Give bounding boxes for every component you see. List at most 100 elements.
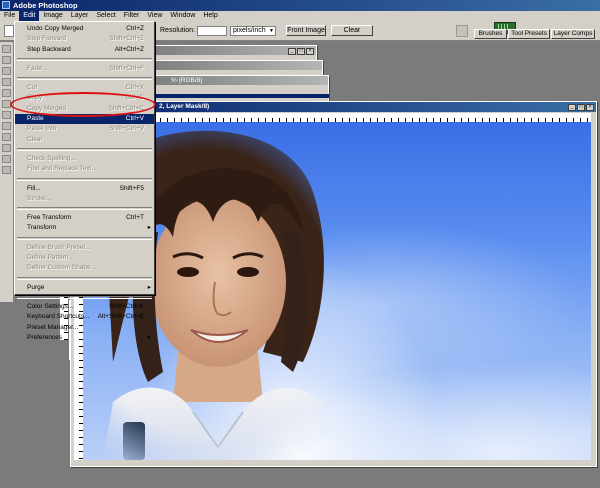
menu-help[interactable]: Help <box>199 11 221 21</box>
menu-item-step-backward[interactable]: Step Backward Alt+Ctrl+Z <box>15 45 154 55</box>
menu-bar: File Edit Image Layer Select Filter View Window… <box>0 11 600 21</box>
front-image-button[interactable]: Front Image <box>286 25 326 36</box>
lasso-tool-icon[interactable] <box>2 56 11 64</box>
menu-item-fade: Fade... Shift+Ctrl+F <box>15 64 154 74</box>
menu-separator <box>17 77 152 81</box>
menu-layer[interactable]: Layer <box>67 11 93 21</box>
menu-item-label: Cut <box>27 84 38 92</box>
menu-item-label: Clear <box>27 135 43 143</box>
menu-item-preset-manager[interactable]: Preset Manager... <box>15 323 154 333</box>
menu-item-label: Transform <box>27 224 57 232</box>
menu-separator <box>17 236 152 240</box>
menu-view[interactable]: View <box>143 11 166 21</box>
menu-item-free-transform[interactable]: Free Transform Ctrl+T <box>15 213 154 223</box>
app-title-bar: Adobe Photoshop <box>0 0 600 11</box>
menu-item-label: Paste <box>27 115 44 123</box>
menu-item-define-custom-shape: Define Custom Shape... <box>15 263 154 273</box>
close-icon[interactable]: × <box>306 48 314 55</box>
menu-item-label: Free Transform <box>27 214 72 222</box>
submenu-arrow-icon: ▸ <box>147 283 151 291</box>
menu-file[interactable]: File <box>0 11 19 21</box>
menu-item-purge[interactable]: Purge ▸ <box>15 283 154 293</box>
tab-brushes[interactable]: Brushes <box>474 29 507 39</box>
stamp-tool-icon[interactable] <box>2 89 11 97</box>
photoshop-app-icon <box>2 1 10 9</box>
submenu-arrow-icon: ▸ <box>147 333 151 341</box>
menu-edit[interactable]: Edit <box>19 11 40 21</box>
menu-item-shortcut: Ctrl+V <box>125 115 144 123</box>
minimize-icon[interactable]: _ <box>568 104 576 111</box>
menu-item-label: Find and Replace Text... <box>27 165 97 173</box>
maximize-icon[interactable]: □ <box>297 48 305 55</box>
maximize-icon[interactable]: □ <box>577 104 585 111</box>
tab-tool-presets[interactable]: Tool Presets <box>508 29 550 39</box>
menu-item-shortcut: Ctrl+T <box>126 214 144 222</box>
palette-well-icon[interactable] <box>456 25 468 37</box>
menu-select[interactable]: Select <box>92 11 119 21</box>
menu-item-find-and-replace-text: Find and Replace Text... <box>15 164 154 174</box>
menu-item-clear: Clear <box>15 135 154 145</box>
brush-tool-icon[interactable] <box>2 78 11 86</box>
menu-item-label: Step Forward <box>27 35 67 43</box>
dodge-tool-icon[interactable] <box>2 122 11 130</box>
menu-item-label: Purge <box>27 283 45 291</box>
menu-item-label: Undo Copy Merged <box>27 25 84 32</box>
menu-item-color-settings[interactable]: Color Settings... Shift+Ctrl+K <box>15 302 154 312</box>
menu-item-shortcut: Shift+Ctrl+V <box>108 125 144 133</box>
image-canvas[interactable] <box>83 122 591 460</box>
menu-item-stroke: Stroke... <box>15 194 154 204</box>
menu-separator <box>17 177 152 181</box>
close-icon[interactable]: × <box>586 104 594 111</box>
app-title: Adobe Photoshop <box>13 1 78 10</box>
menu-item-shortcut: Shift+Ctrl+K <box>108 302 144 310</box>
menu-item-paste-into: Paste Into Shift+Ctrl+V <box>15 124 154 134</box>
minimize-icon[interactable]: _ <box>288 48 296 55</box>
menu-item-shortcut: Ctrl+Z <box>126 25 144 32</box>
menu-separator <box>17 207 152 211</box>
zoom-tool-icon[interactable] <box>2 166 11 174</box>
menu-item-check-spelling: Check Spelling... <box>15 154 154 164</box>
tool-preset-picker[interactable] <box>4 25 14 37</box>
menu-image[interactable]: Image <box>39 11 66 21</box>
clear-button[interactable]: Clear <box>331 25 373 36</box>
marquee-tool-icon[interactable] <box>2 45 11 53</box>
menu-item-define-pattern: Define Pattern... <box>15 253 154 263</box>
menu-item-shortcut: Alt+Shift+Ctrl+K <box>97 313 144 321</box>
menu-item-shortcut: Shift+Ctrl+Z <box>109 35 144 43</box>
tab-layer-comps[interactable]: Layer Comps <box>551 29 595 39</box>
menu-item-define-brush-preset: Define Brush Preset... <box>15 243 154 253</box>
units-value: pixels/inch <box>233 27 266 34</box>
menu-item-fill[interactable]: Fill... Shift+F5 <box>15 184 154 194</box>
resolution-label: Resolution: <box>160 27 196 34</box>
window-edge <box>155 94 329 98</box>
crop-tool-icon[interactable] <box>2 67 11 75</box>
hand-tool-icon[interactable] <box>2 155 11 163</box>
resolution-input[interactable] <box>197 26 227 36</box>
document-title: 2, Layer Mask/8) <box>159 103 210 110</box>
menu-item-label: Color Settings... <box>27 302 74 310</box>
toolbox <box>0 42 14 302</box>
units-select[interactable]: pixels/inch ▼ <box>230 26 276 36</box>
menu-item-preferences[interactable]: Preferences ▸ <box>15 333 154 343</box>
text-tool-icon[interactable] <box>2 133 11 141</box>
menu-item-label: Keyboard Shortcuts... <box>27 313 90 321</box>
menu-item-keyboard-shortcuts[interactable]: Keyboard Shortcuts... Alt+Shift+Ctrl+K <box>15 312 154 322</box>
menu-item-label: Define Custom Shape... <box>27 264 97 272</box>
menu-item-label: Preset Manager... <box>27 323 79 331</box>
menu-separator <box>17 295 152 299</box>
gradient-tool-icon[interactable] <box>2 111 11 119</box>
menu-item-shortcut: Alt+Ctrl+Z <box>114 45 144 53</box>
menu-item-label: Define Pattern... <box>27 254 74 262</box>
menu-item-undo-copy-merged[interactable]: Undo Copy Merged Ctrl+Z <box>15 24 154 34</box>
menu-filter[interactable]: Filter <box>120 11 144 21</box>
annotation-oval <box>10 92 156 117</box>
menu-item-label: Step Backward <box>27 45 71 53</box>
menu-separator <box>17 57 152 61</box>
menu-separator <box>17 147 152 151</box>
pen-tool-icon[interactable] <box>2 144 11 152</box>
menu-item-transform[interactable]: Transform ▸ <box>15 223 154 233</box>
menu-item-label: Check Spelling... <box>27 154 76 162</box>
menu-window[interactable]: Window <box>166 11 199 21</box>
menu-item-label: Fill... <box>27 184 41 192</box>
horizontal-ruler[interactable] <box>83 113 591 122</box>
